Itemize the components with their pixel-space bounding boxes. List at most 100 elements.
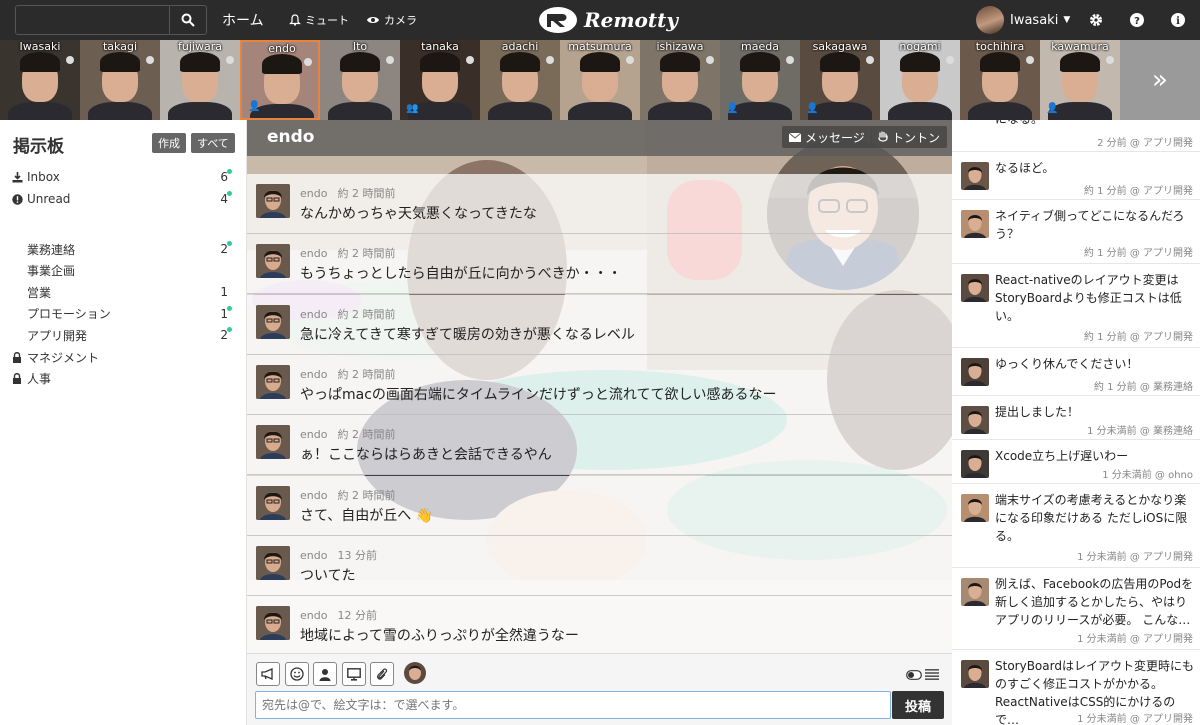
member-tile[interactable]: tochihira [960, 40, 1040, 120]
avatar [961, 660, 989, 688]
timeline-item[interactable]: 例えば、Facebookの広告用のPodを新しく追加するとかしたら、やはりアプリ… [952, 568, 1200, 650]
member-tile[interactable]: Ito [320, 40, 400, 120]
timeline-text: React-nativeのレイアウト変更はStoryBoardよりも修正コストは… [995, 273, 1182, 323]
chat-header: endo メッセージ トントン [247, 120, 952, 156]
sidebar-item-channel[interactable]: 人事 [12, 369, 232, 389]
avatar[interactable] [256, 184, 290, 218]
all-button[interactable]: すべて [191, 133, 235, 153]
app-logo[interactable]: Remotty [538, 0, 678, 40]
sidebar-item-channel[interactable]: 事業企画 [27, 261, 232, 281]
mention-button[interactable] [313, 662, 337, 686]
screen-share-button[interactable] [342, 662, 366, 686]
announce-button[interactable] [256, 662, 280, 686]
member-tile[interactable]: takagi [80, 40, 160, 120]
camera-toggle[interactable]: カメラ [366, 0, 417, 40]
emoji-button[interactable] [285, 662, 309, 686]
unread-dot [227, 191, 232, 196]
message-user[interactable]: endo [300, 308, 327, 321]
user-menu[interactable]: Iwasaki ▼ [976, 0, 1070, 40]
timeline-item[interactable]: Xcode立ち上げ遅いわー 1 分未満前 @ ohno [952, 440, 1200, 484]
message-button[interactable]: メッセージ [782, 126, 872, 148]
timeline-item[interactable]: ゆっくり休んでください！ 約 1 分前 @ 業務連絡 [952, 348, 1200, 396]
info-icon[interactable]: i [1170, 12, 1186, 28]
help-icon[interactable]: ? [1129, 12, 1145, 28]
knock-button[interactable]: トントン [871, 126, 948, 148]
view-toggle[interactable] [906, 669, 939, 680]
megaphone-icon [261, 668, 273, 680]
status-dot [304, 58, 312, 66]
sidebar-item-channel[interactable]: アプリ開発 2 [27, 325, 232, 345]
avatar[interactable] [256, 545, 290, 580]
sidebar-item-inbox[interactable]: Inbox 6 [12, 167, 232, 187]
svg-text:i: i [1176, 16, 1180, 27]
member-tile[interactable]: fujiwara [160, 40, 240, 120]
message-user[interactable]: endo [300, 549, 327, 562]
message-row: endo 13 分前 ついてた [247, 535, 952, 596]
timeline-item[interactable]: 端末サイズの考慮考えるとかなり楽になる印象だけある ただしiOSに限る。 1 分未… [952, 484, 1200, 568]
timeline-meta: 2 分前 @ アプリ開発 [1097, 138, 1193, 149]
member-tile[interactable]: sakagawa 👤 [800, 40, 880, 120]
member-tile[interactable]: endo 👤 [240, 40, 320, 120]
bell-icon [289, 14, 301, 26]
avatar [961, 450, 989, 478]
avatar [961, 578, 989, 606]
message-time: 約 2 時間前 [337, 187, 396, 200]
person-body [328, 102, 392, 120]
message-user[interactable]: endo [300, 247, 327, 260]
avatar[interactable] [256, 606, 290, 641]
message-user[interactable]: endo [300, 609, 327, 622]
avatar[interactable] [256, 304, 290, 339]
timeline-meta: 1 分未満前 @ アプリ開発 [1077, 714, 1193, 725]
message-meta: endo 13 分前 [300, 547, 377, 563]
member-tile[interactable]: maeda 👤 [720, 40, 800, 120]
message-user[interactable]: endo [300, 489, 327, 502]
message-row: endo 約 2 時間前 なんかめっちゃ天気悪くなってきたな [247, 174, 952, 234]
timeline-item[interactable]: なるほど。約 1 分前 @ アプリ開発 [952, 152, 1200, 200]
gear-icon[interactable] [1088, 12, 1104, 28]
member-tile[interactable]: ishizawa [640, 40, 720, 120]
member-tile[interactable]: kawamura 👤 [1040, 40, 1120, 120]
message-user[interactable]: endo [300, 428, 327, 441]
home-link[interactable]: ホーム [222, 0, 264, 40]
member-tile[interactable]: adachi [480, 40, 560, 120]
more-members-button[interactable]: » [1120, 40, 1200, 120]
avatar [976, 6, 1004, 34]
message-user[interactable]: endo [300, 187, 327, 200]
timeline-item[interactable]: になる。 2 分前 @ アプリ開発 [952, 120, 1200, 152]
status-dot [466, 56, 474, 64]
member-tile[interactable]: Iwasaki [0, 40, 80, 120]
message-text: 急に冷えてきて寒すぎて暖房の効きが悪くなるレベル [300, 326, 635, 343]
sidebar-item-channel[interactable]: マネジメント [12, 347, 232, 367]
search-button[interactable] [169, 6, 206, 34]
search-input[interactable] [16, 6, 169, 34]
member-tile[interactable]: tanaka 👥 [400, 40, 480, 120]
timeline-item[interactable]: React-nativeのレイアウト変更はStoryBoardよりも修正コストは… [952, 264, 1200, 348]
member-tile[interactable]: matsumura [560, 40, 640, 120]
sidebar-item-channel[interactable]: 営業 1 [27, 282, 232, 302]
avatar[interactable] [256, 485, 290, 520]
avatar[interactable] [256, 425, 290, 460]
post-button[interactable]: 投稿 [892, 691, 944, 719]
avatar[interactable] [256, 364, 290, 399]
chat-panel: endo メッセージ トントン endo 約 2 時間前 なんかめっちゃ天気悪くなっ… [247, 120, 952, 725]
composer: 投稿 [247, 653, 952, 725]
top-bar: ホーム ミュート カメラ Remotty Iwasaki ▼ ? i [0, 0, 1200, 40]
attach-button[interactable] [370, 662, 394, 686]
message-user[interactable]: endo [300, 368, 327, 381]
sidebar-item-unread[interactable]: Unread 4 [12, 189, 232, 209]
sidebar-item-channel[interactable]: 業務連絡 2 [27, 239, 232, 259]
member-tile[interactable]: nogami [880, 40, 960, 120]
board-title: 掲示板 [13, 137, 64, 157]
member-name: tochihira [975, 40, 1025, 53]
timeline-item[interactable]: StoryBoardはレイアウト変更時にものすごく修正コストがかかる。 Reac… [952, 650, 1200, 725]
mute-toggle[interactable]: ミュート [289, 0, 349, 40]
create-button[interactable]: 作成 [152, 133, 186, 153]
message-label: メッセージ [805, 130, 865, 145]
timeline-text: 提出しました！ [995, 405, 1080, 419]
message-input[interactable] [255, 691, 891, 719]
avatar[interactable] [256, 244, 290, 279]
timeline-item[interactable]: 提出しました！ 1 分未満前 @ 業務連絡 [952, 396, 1200, 440]
timeline-item[interactable]: ネイティブ側ってどこになるんだろう？ 約 1 分前 @ アプリ開発 [952, 200, 1200, 264]
sidebar-item-channel[interactable]: プロモーション 1 [27, 304, 232, 324]
timeline-text: になる。 [995, 120, 1195, 128]
